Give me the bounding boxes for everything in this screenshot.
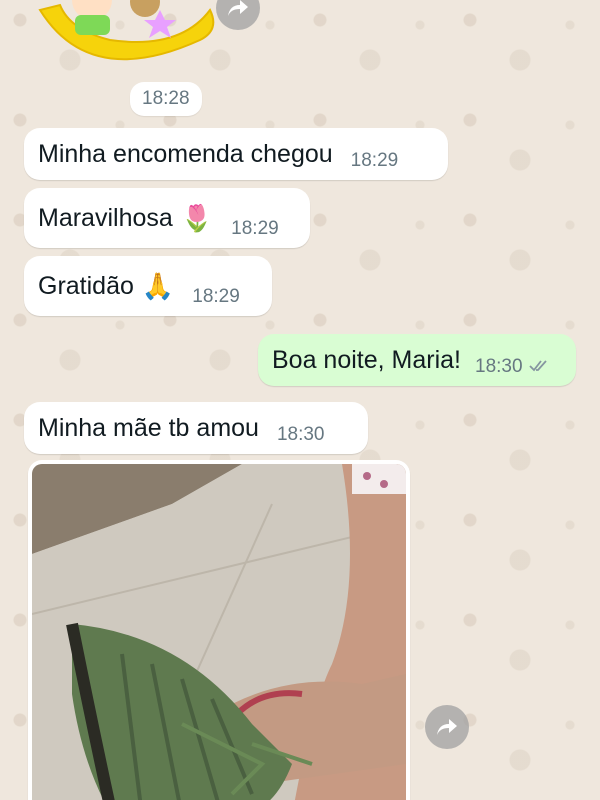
forward-icon (437, 719, 457, 735)
message-time: 18:30 (276, 424, 325, 445)
message-text: Boa noite, Maria! (272, 346, 461, 374)
chat-view: 18:28 Minha encomenda chegou 18:29 Marav… (0, 0, 600, 800)
message-text: Maravilhosa (38, 204, 173, 232)
message-time: 18:29 (192, 286, 240, 307)
message-bubble-incoming[interactable]: Minha encomenda chegou 18:29 (24, 128, 448, 180)
message-text: Minha mãe tb amou (38, 414, 259, 442)
message-bubble-incoming[interactable]: Gratidão 🙏 18:29 (24, 256, 272, 316)
photo-image[interactable] (31, 464, 407, 800)
forward-icon (228, 0, 248, 16)
message-text: Minha encomenda chegou (38, 140, 333, 168)
double-check-icon (528, 357, 549, 378)
message-bubble-incoming[interactable]: Maravilhosa 🌷 18:29 (24, 188, 310, 248)
folded-hands-emoji: 🙏 (141, 270, 175, 301)
forward-button-photo[interactable] (425, 705, 469, 749)
tulip-emoji: 🌷 (180, 202, 214, 233)
message-bubble-outgoing[interactable]: Boa noite, Maria! 18:30 (258, 334, 576, 386)
sticker-image[interactable] (30, 0, 230, 80)
message-text: Gratidão (38, 272, 134, 300)
message-time: 18:30 (475, 356, 523, 377)
message-time: 18:29 (350, 150, 399, 171)
image-message[interactable] (28, 460, 410, 800)
message-time: 18:29 (231, 218, 279, 239)
sticker-timestamp: 18:28 (130, 82, 202, 116)
message-bubble-incoming[interactable]: Minha mãe tb amou 18:30 (24, 402, 368, 454)
